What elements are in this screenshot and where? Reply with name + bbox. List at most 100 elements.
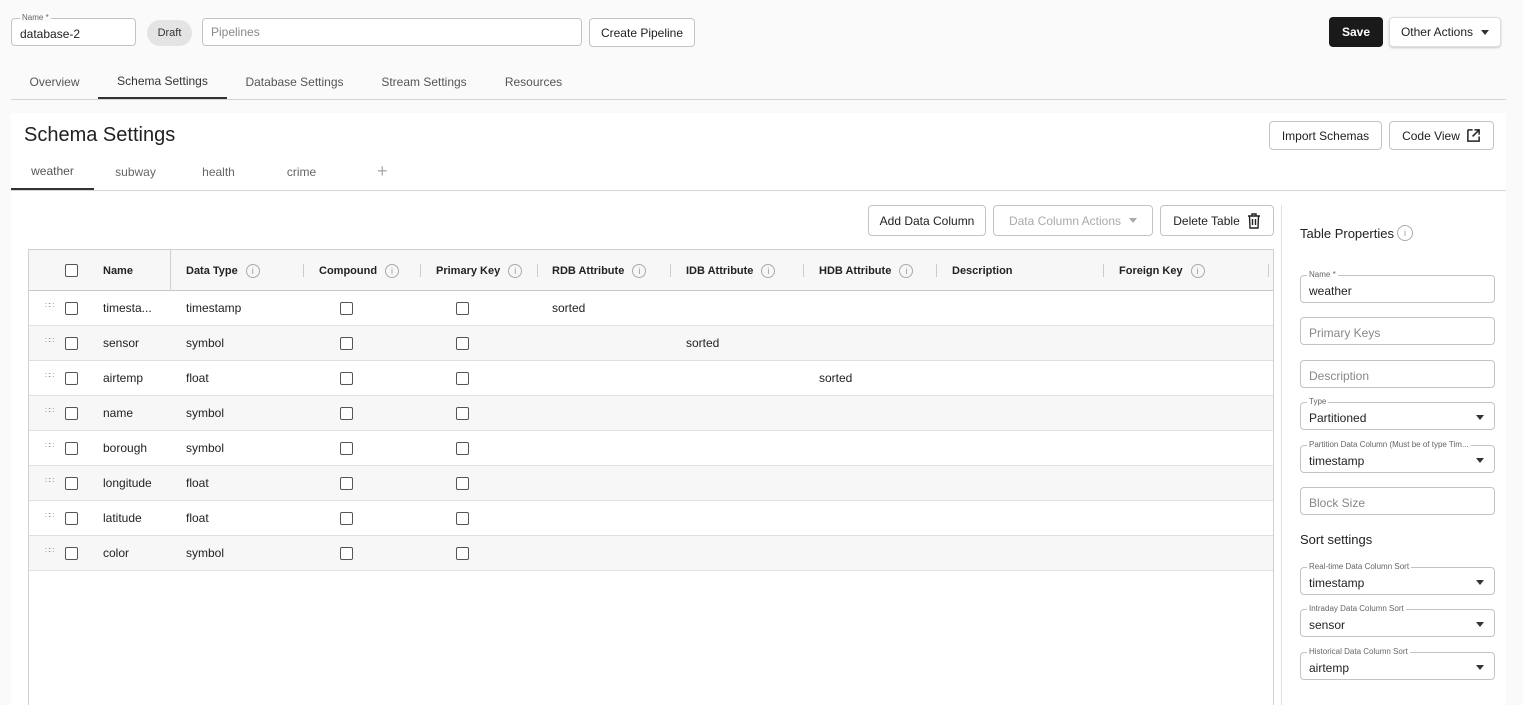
header-primary-key[interactable]: Primary Key i — [436, 250, 523, 291]
primary-key-checkbox[interactable] — [456, 407, 469, 420]
row-select-checkbox[interactable] — [65, 337, 78, 350]
compound-checkbox[interactable] — [340, 302, 353, 315]
table-row[interactable]: ∷∷ airtemp float sorted — [29, 361, 1273, 396]
primary-key-checkbox[interactable] — [456, 512, 469, 525]
info-icon[interactable]: i — [761, 263, 776, 278]
column-divider[interactable] — [420, 264, 421, 277]
tab-crime[interactable]: crime — [260, 153, 343, 190]
drag-handle-icon[interactable]: ∷∷ — [45, 477, 55, 487]
info-icon[interactable]: i — [245, 263, 260, 278]
data-column-actions-dropdown[interactable]: Data Column Actions — [993, 205, 1153, 236]
column-divider[interactable] — [1268, 264, 1269, 277]
cell-data-type[interactable]: symbol — [186, 326, 224, 360]
table-row[interactable]: ∷∷ color symbol — [29, 536, 1273, 571]
compound-checkbox[interactable] — [340, 372, 353, 385]
cell-name[interactable]: name — [103, 396, 133, 430]
code-view-button[interactable]: Code View — [1389, 121, 1494, 150]
table-row[interactable]: ∷∷ sensor symbol sorted — [29, 326, 1273, 361]
drag-handle-icon[interactable]: ∷∷ — [45, 442, 55, 452]
save-button[interactable]: Save — [1329, 17, 1383, 47]
tab-weather[interactable]: weather — [11, 153, 94, 190]
column-divider[interactable] — [1103, 264, 1104, 277]
description-field[interactable]: Description — [1300, 360, 1495, 388]
compound-checkbox[interactable] — [340, 477, 353, 490]
drag-handle-icon[interactable]: ∷∷ — [45, 547, 55, 557]
pipelines-input[interactable]: Pipelines — [202, 18, 582, 46]
compound-checkbox[interactable] — [340, 547, 353, 560]
add-data-column-button[interactable]: Add Data Column — [868, 205, 986, 236]
cell-data-type[interactable]: symbol — [186, 431, 224, 465]
column-divider[interactable] — [303, 264, 304, 277]
cell-rdb-attribute[interactable]: sorted — [552, 291, 585, 325]
realtime-sort-select[interactable]: Real-time Data Column Sort timestamp — [1300, 562, 1495, 595]
tab-schema-settings[interactable]: Schema Settings — [98, 64, 227, 99]
column-divider[interactable] — [803, 264, 804, 277]
tab-overview[interactable]: Overview — [11, 64, 98, 99]
historical-sort-select[interactable]: Historical Data Column Sort airtemp — [1300, 647, 1495, 680]
primary-key-checkbox[interactable] — [456, 302, 469, 315]
info-icon[interactable]: i — [632, 263, 647, 278]
header-name[interactable]: Name — [103, 250, 133, 291]
cell-data-type[interactable]: float — [186, 501, 209, 535]
table-row[interactable]: ∷∷ borough symbol — [29, 431, 1273, 466]
cell-name[interactable]: color — [103, 536, 129, 570]
compound-checkbox[interactable] — [340, 407, 353, 420]
table-name-field[interactable]: Name * weather — [1300, 270, 1495, 303]
row-select-checkbox[interactable] — [65, 547, 78, 560]
primary-key-checkbox[interactable] — [456, 442, 469, 455]
primary-key-checkbox[interactable] — [456, 372, 469, 385]
cell-name[interactable]: sensor — [103, 326, 139, 360]
primary-key-checkbox[interactable] — [456, 337, 469, 350]
header-description[interactable]: Description — [952, 250, 1013, 291]
header-rdb-attribute[interactable]: RDB Attribute i — [552, 250, 647, 291]
row-select-checkbox[interactable] — [65, 477, 78, 490]
delete-table-button[interactable]: Delete Table — [1160, 205, 1274, 236]
column-divider[interactable] — [537, 264, 538, 277]
partition-column-select[interactable]: Partition Data Column (Must be of type T… — [1300, 440, 1495, 473]
cell-data-type[interactable]: float — [186, 466, 209, 500]
drag-handle-icon[interactable]: ∷∷ — [45, 372, 55, 382]
tab-health[interactable]: health — [177, 153, 260, 190]
cell-idb-attribute[interactable]: sorted — [686, 326, 719, 360]
intraday-sort-select[interactable]: Intraday Data Column Sort sensor — [1300, 604, 1495, 637]
other-actions-button[interactable]: Other Actions — [1389, 17, 1501, 47]
header-compound[interactable]: Compound i — [319, 250, 400, 291]
cell-data-type[interactable]: float — [186, 361, 209, 395]
drag-handle-icon[interactable]: ∷∷ — [45, 337, 55, 347]
cell-data-type[interactable]: symbol — [186, 396, 224, 430]
block-size-field[interactable]: Block Size — [1300, 487, 1495, 515]
cell-name[interactable]: airtemp — [103, 361, 143, 395]
compound-checkbox[interactable] — [340, 442, 353, 455]
column-divider[interactable] — [670, 264, 671, 277]
add-table-plus-icon[interactable]: + — [377, 161, 388, 182]
row-select-checkbox[interactable] — [65, 372, 78, 385]
info-icon[interactable]: i — [1190, 263, 1205, 278]
info-icon[interactable]: i — [385, 263, 400, 278]
tab-database-settings[interactable]: Database Settings — [237, 64, 352, 99]
row-select-checkbox[interactable] — [65, 512, 78, 525]
cell-name[interactable]: timesta... — [103, 291, 152, 325]
tab-resources[interactable]: Resources — [496, 64, 571, 99]
header-hdb-attribute[interactable]: HDB Attribute i — [819, 250, 914, 291]
header-foreign-key[interactable]: Foreign Key i — [1119, 250, 1205, 291]
cell-hdb-attribute[interactable]: sorted — [819, 361, 852, 395]
info-icon[interactable]: i — [899, 263, 914, 278]
compound-checkbox[interactable] — [340, 337, 353, 350]
header-idb-attribute[interactable]: IDB Attribute i — [686, 250, 776, 291]
primary-key-checkbox[interactable] — [456, 547, 469, 560]
type-select[interactable]: Type Partitioned — [1300, 397, 1495, 430]
database-name-field[interactable]: Name * database-2 — [11, 13, 136, 46]
table-row[interactable]: ∷∷ name symbol — [29, 396, 1273, 431]
drag-handle-icon[interactable]: ∷∷ — [45, 407, 55, 417]
row-select-checkbox[interactable] — [65, 407, 78, 420]
cell-data-type[interactable]: symbol — [186, 536, 224, 570]
primary-key-checkbox[interactable] — [456, 477, 469, 490]
select-all-checkbox[interactable] — [65, 264, 78, 277]
row-select-checkbox[interactable] — [65, 302, 78, 315]
cell-name[interactable]: latitude — [103, 501, 142, 535]
drag-handle-icon[interactable]: ∷∷ — [45, 512, 55, 522]
cell-data-type[interactable]: timestamp — [186, 291, 241, 325]
cell-name[interactable]: borough — [103, 431, 147, 465]
column-divider[interactable] — [936, 264, 937, 277]
tab-stream-settings[interactable]: Stream Settings — [372, 64, 476, 99]
